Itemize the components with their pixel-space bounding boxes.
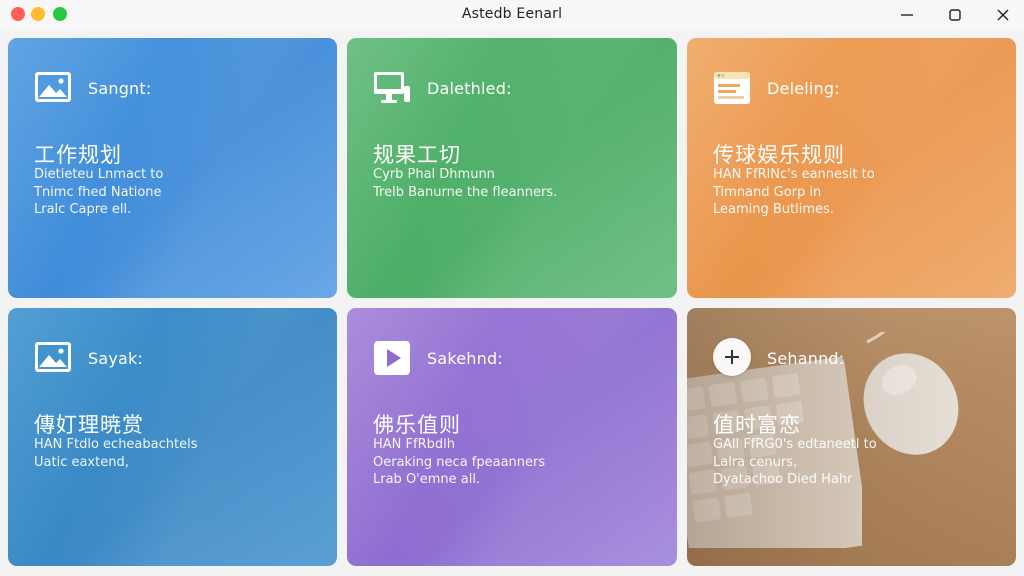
computer-icon xyxy=(374,72,410,103)
tile-description-line: HAN Ftdlo echeabachtels xyxy=(34,437,198,452)
window-title: Astedb Eenarl xyxy=(461,6,563,22)
tile-description-line: GAll FfRG0's edtaneetl to xyxy=(713,437,877,452)
title-bar: Astedb Eenarl xyxy=(0,0,1024,30)
tile-description-line: Uatic eaxtend, xyxy=(34,454,129,470)
tile-description-line: Timnand Gorp in xyxy=(713,184,822,200)
tile-description-line: Tnimc fhed Natione xyxy=(34,184,162,200)
tile-description: GAll FfRG0's edtaneetl to Lalra cenurs, … xyxy=(713,436,993,489)
tile-label: Sehannd: xyxy=(767,349,845,368)
tile-4[interactable]: Sayak: 傳奵理暁赏 HAN Ftdlo echeabachtels Uat… xyxy=(8,308,337,566)
plus-button xyxy=(713,338,751,376)
tile-description: Cyrb Phal Dhmunn Trelb Banurne the flean… xyxy=(373,166,653,201)
tile-description-line: HAN FfRlNc's eannesit to xyxy=(713,167,875,182)
tile-2[interactable]: Dalethled: 规果工切 Cyrb Phal Dhmunn Trelb B… xyxy=(347,38,677,298)
image-icon xyxy=(35,72,71,102)
app-window: Astedb Eenarl Sangnt: 工作规划 Dietieteu Lnm… xyxy=(0,0,1024,576)
tile-5[interactable]: Sakehnd: 佛乐值则 HAN FfRbdlh Oeraking neca … xyxy=(347,308,677,566)
tile-label: Sakehnd: xyxy=(427,349,503,368)
tile-description-line: Lrab O'emne all. xyxy=(373,472,481,487)
tile-heading: 傳奵理暁赏 xyxy=(34,413,144,437)
tile-label: Sayak: xyxy=(88,349,144,368)
tile-label: Sangnt: xyxy=(88,79,152,98)
tile-description-line: HAN FfRbdlh xyxy=(373,437,455,452)
tile-description-line: Cyrb Phal Dhmunn xyxy=(373,167,495,182)
tile-6[interactable]: Sehannd: 值时富恋 GAll FfRG0's edtaneetl to … xyxy=(687,308,1016,566)
tile-description-line: Leaming Butlimes. xyxy=(713,202,834,217)
tile-heading: 规果工切 xyxy=(373,143,461,167)
tile-description-line: Oeraking neca fpeaanners xyxy=(373,454,546,470)
close-icon xyxy=(997,9,1009,21)
tile-description: HAN Ftdlo echeabachtels Uatic eaxtend, xyxy=(34,436,314,471)
tile-heading: 值时富恋 xyxy=(713,413,801,437)
image-icon xyxy=(35,342,71,372)
play-icon xyxy=(374,341,410,375)
plus-icon xyxy=(725,350,739,364)
tile-description-line: Dyatachoo Died Hahr xyxy=(713,472,853,487)
tile-description-line: Lalra cenurs, xyxy=(713,454,798,470)
tile-description: Dietieteu Lnmact to Tnimc fhed Natione L… xyxy=(34,166,314,219)
tile-description-line: Lralc Capre ell. xyxy=(34,202,132,217)
maximize-button[interactable] xyxy=(941,2,969,28)
tile-heading: 工作规划 xyxy=(34,143,122,167)
tile-1[interactable]: Sangnt: 工作规划 Dietieteu Lnmact to Tnimc f… xyxy=(8,38,337,298)
tile-heading: 传球娱乐规则 xyxy=(713,143,845,167)
close-button[interactable] xyxy=(989,2,1017,28)
tile-description-line: Trelb Banurne the fleanners. xyxy=(373,184,558,200)
tile-label: Dalethled: xyxy=(427,79,512,98)
maximize-icon xyxy=(949,9,961,21)
tile-label: Deleling: xyxy=(767,79,840,98)
tile-3[interactable]: Deleling: 传球娱乐规则 HAN FfRlNc's eannesit t… xyxy=(687,38,1016,298)
tile-description-line: Dietieteu Lnmact to xyxy=(34,167,164,182)
tile-heading: 佛乐值则 xyxy=(373,413,461,437)
minimize-button[interactable] xyxy=(893,2,921,28)
minimize-icon xyxy=(901,14,913,16)
tile-description: HAN FfRlNc's eannesit to Timnand Gorp in… xyxy=(713,166,993,219)
browser-window-icon xyxy=(714,72,750,104)
tile-description: HAN FfRbdlh Oeraking neca fpeaanners Lra… xyxy=(373,436,653,489)
